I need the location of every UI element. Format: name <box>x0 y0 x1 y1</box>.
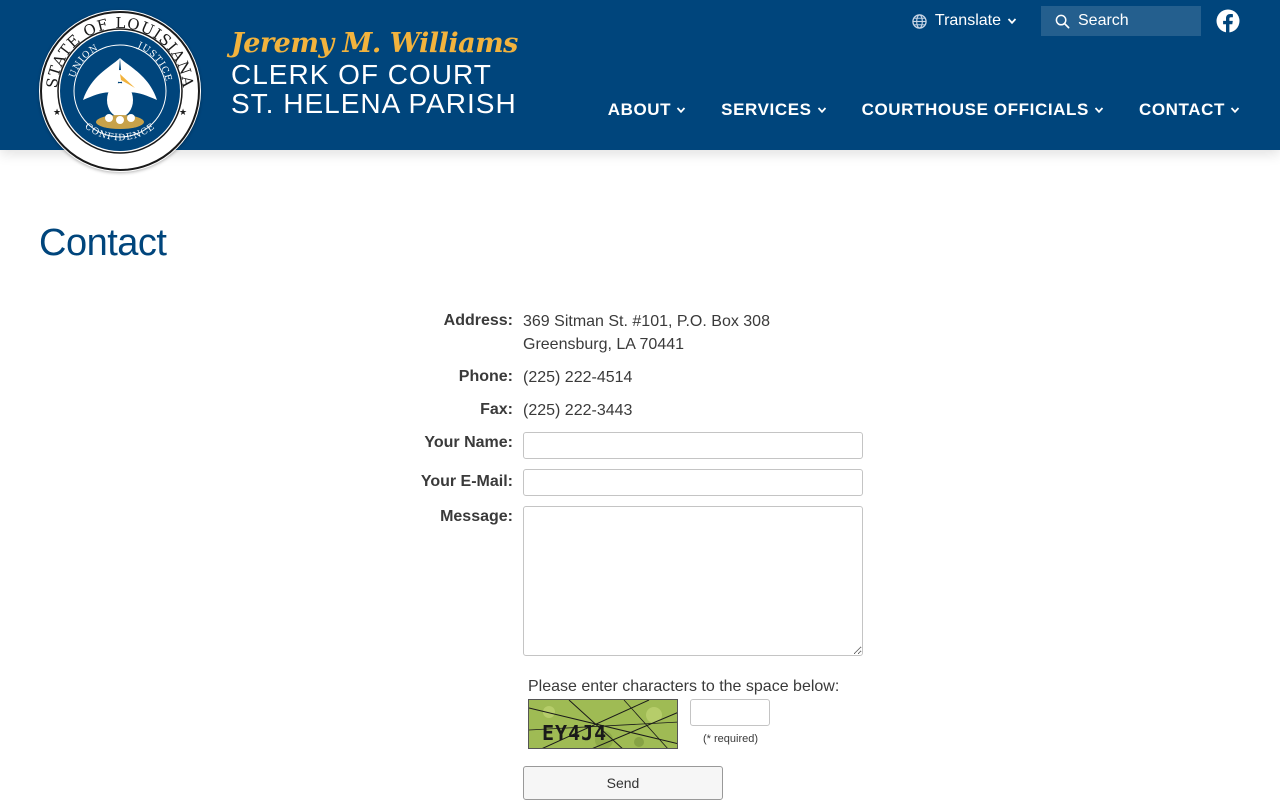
nav-item-courthouse-officials[interactable]: COURTHOUSE OFFICIALS <box>862 100 1104 120</box>
nav-label-services: SERVICES <box>721 100 812 119</box>
chevron-down-icon <box>676 107 686 114</box>
address-line1: 369 Sitman St. #101, P.O. Box 308 <box>523 313 770 330</box>
captcha-image: EY4J4 <box>528 699 678 749</box>
svg-text:★: ★ <box>53 107 61 117</box>
search-button[interactable]: Search <box>1041 6 1201 36</box>
your-name-input[interactable] <box>523 432 863 459</box>
svg-text:★: ★ <box>179 107 187 117</box>
your-name-label: Your Name: <box>424 434 513 451</box>
search-icon <box>1055 14 1070 28</box>
phone-label: Phone: <box>458 368 513 385</box>
seal-icon: STATE OF LOUISIANA UNION JUSTICE CONFIDE… <box>40 11 200 171</box>
utility-bar: Translate Search <box>912 6 1240 36</box>
captcha-noise-image: EY4J4 <box>529 700 677 748</box>
captcha-prompt: Please enter characters to the space bel… <box>528 678 840 695</box>
address-line2: Greensburg, LA 70441 <box>523 336 685 353</box>
nav-item-contact[interactable]: CONTACT <box>1139 100 1240 120</box>
page-title: Contact <box>39 222 167 264</box>
translate-label: Translate <box>934 12 1001 29</box>
send-button[interactable]: Send <box>523 766 723 800</box>
translate-dropdown[interactable]: Translate <box>912 12 1017 30</box>
site-title-line1: CLERK OF COURT <box>231 59 492 90</box>
your-email-label: Your E-Mail: <box>420 473 513 490</box>
search-label: Search <box>1078 12 1129 29</box>
fax-label: Fax: <box>480 401 513 418</box>
site-brand[interactable]: Jeremy M. Williams CLERK OF COURT ST. HE… <box>231 28 518 118</box>
louisiana-seal-logo[interactable]: STATE OF LOUISIANA UNION JUSTICE CONFIDE… <box>39 10 201 172</box>
captcha-input[interactable] <box>690 699 770 726</box>
address-label: Address: <box>443 312 513 329</box>
clerk-name: Jeremy M. Williams <box>231 28 518 59</box>
chevron-down-icon <box>1230 107 1240 114</box>
nav-item-about[interactable]: ABOUT <box>608 100 686 120</box>
message-textarea[interactable] <box>523 506 863 656</box>
chevron-down-icon <box>1094 107 1104 114</box>
globe-icon <box>912 13 927 29</box>
main-nav: ABOUT SERVICES COURTHOUSE OFFICIALS CONT… <box>608 100 1240 120</box>
your-email-input[interactable] <box>523 469 863 496</box>
phone-value[interactable]: (225) 222-4514 <box>523 366 632 389</box>
required-note: (* required) <box>703 733 759 745</box>
site-title-line2: ST. HELENA PARISH <box>231 88 517 119</box>
fax-value: (225) 222-3443 <box>523 402 633 419</box>
nav-label-courthouse-officials: COURTHOUSE OFFICIALS <box>861 100 1089 119</box>
facebook-icon[interactable] <box>1216 9 1240 33</box>
nav-item-services[interactable]: SERVICES <box>721 100 826 120</box>
chevron-down-icon <box>1007 18 1017 25</box>
nav-label-contact: CONTACT <box>1138 100 1225 119</box>
message-label: Message: <box>440 508 513 525</box>
chevron-down-icon <box>817 107 826 114</box>
site-header: STATE OF LOUISIANA UNION JUSTICE CONFIDE… <box>0 0 1280 172</box>
captcha-text: EY4J4 <box>542 721 607 745</box>
nav-label-about: ABOUT <box>607 100 672 119</box>
